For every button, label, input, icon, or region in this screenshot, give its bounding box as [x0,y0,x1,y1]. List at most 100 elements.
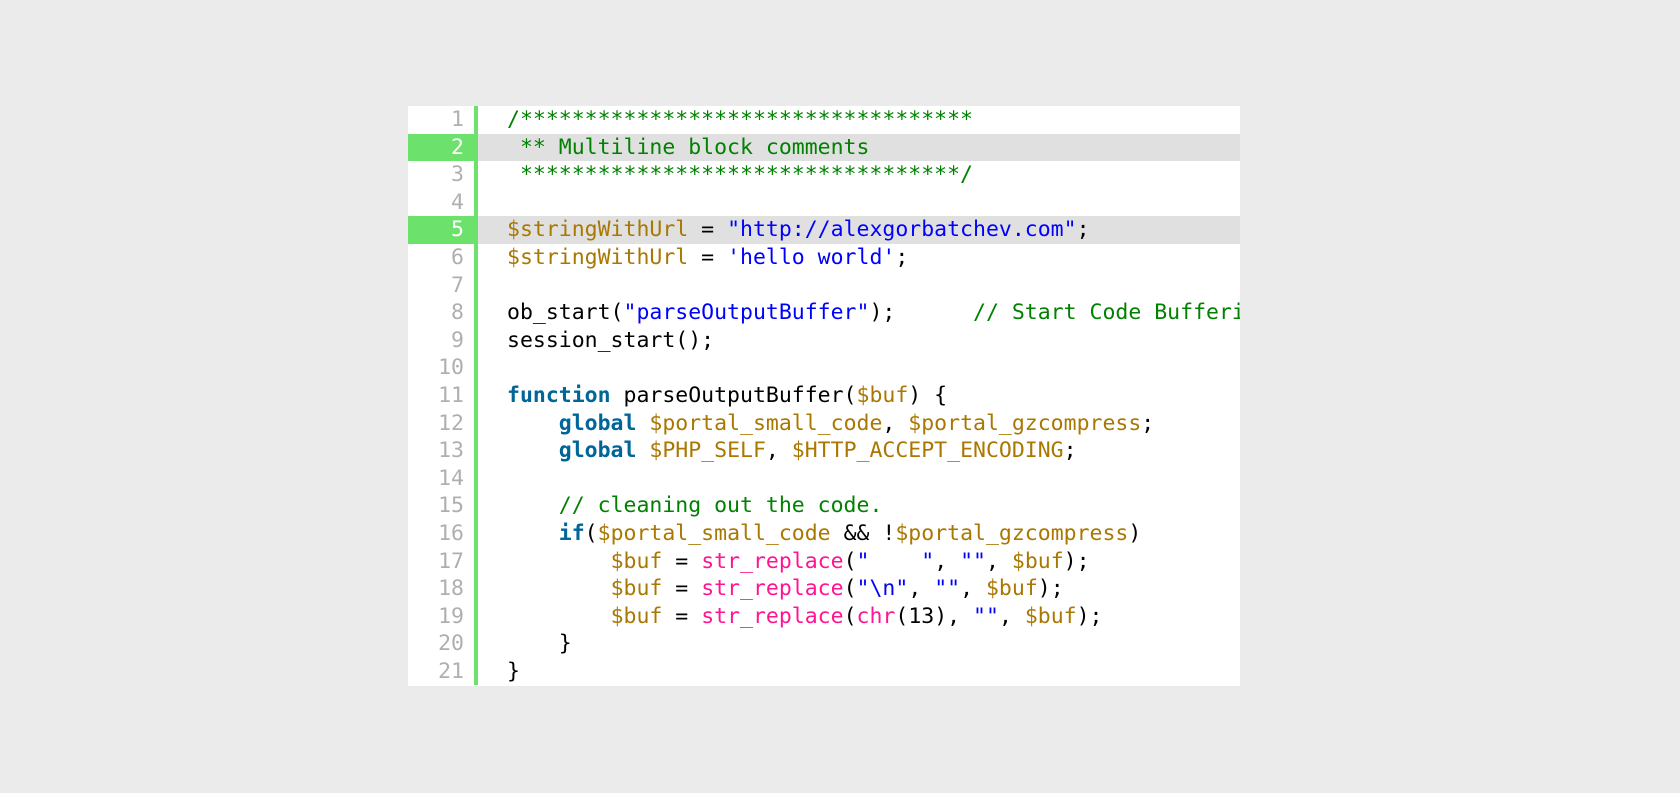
line-number: 13 [408,437,478,465]
code-line: 12 global $portal_small_code, $portal_gz… [408,409,1240,438]
code-token: ( [843,603,857,629]
code-line: 6 $stringWithUrl = 'hello world'; [408,243,1240,272]
code-token: global [558,438,637,464]
code-line: 21} [408,657,1240,686]
code-token: , [882,410,909,436]
code-line: 13 global $PHP_SELF, $HTTP_ACCEPT_ENCODI… [408,437,1240,465]
line-number: 7 [408,271,478,300]
code-line: 15 // cleaning out the code. [408,492,1240,520]
line-number: 4 [408,188,478,217]
code-line: 18 $buf = str_replace("\n", "", $buf); [408,575,1240,603]
code-token: $portal_small_code [597,520,831,546]
code-token: " " [856,548,935,574]
code-token: } [507,631,572,657]
code-token: && ! [830,520,896,546]
code-line: 11 function parseOutputBuffer($buf) { [408,381,1240,410]
code-line: 4 [408,188,1240,217]
line-content: **********************************/ [507,161,973,189]
line-number: 18 [408,575,478,603]
code-viewer: 1/*********************************** 2 *… [408,106,1240,686]
line-content: $stringWithUrl = 'hello world'; [507,244,908,272]
code-token: global [558,410,637,436]
code-token: ( [843,548,857,574]
code-token: ; [1063,438,1077,464]
line-number: 2 [408,133,478,162]
code-token: $PHP_SELF [649,438,766,464]
code-token: $portal_gzcompress [908,410,1142,436]
code-token: $stringWithUrl [507,244,689,270]
code-token: ); [1063,548,1090,574]
code-token: function [507,382,611,408]
code-line: 20 } [408,630,1240,658]
line-number: 19 [408,602,478,631]
code-line: 3 **********************************/ [408,161,1240,189]
code-token: "" [934,576,961,602]
code-token: session_start(); [507,327,715,353]
line-content: $stringWithUrl = "http://alexgorbatchev.… [507,216,1090,244]
code-token: $buf [610,548,663,574]
code-line: 9 session_start(); [408,326,1240,355]
line-number: 12 [408,409,478,438]
code-token: $portal_gzcompress [895,520,1129,546]
code-token: "parseOutputBuffer" [623,300,870,326]
code-line: 16 if($portal_small_code && !$portal_gzc… [408,519,1240,548]
line-content: $buf = str_replace("\n", "", $buf); [507,575,1064,603]
line-number: 11 [408,381,478,410]
code-token: , [934,548,961,574]
code-token: "" [960,548,986,574]
code-line: 1 /*********************************** [408,106,1240,134]
line-number: 5 [408,216,478,244]
code-token: // Start Code Buffering [973,300,1240,326]
line-number: 21 [408,657,478,686]
line-number: 6 [408,243,478,272]
code-token: ; [1141,410,1155,436]
code-token: parseOutputBuffer( [610,382,857,408]
code-token: ; [895,244,909,270]
code-token: /*********************************** [507,107,973,132]
code-token: = [662,576,702,602]
code-token: "\n" [856,576,909,602]
code-token: chr [856,603,896,629]
code-token: $buf [985,576,1038,602]
line-content: /*********************************** [507,106,973,134]
line-number: 1 [408,106,478,134]
code-token: = [688,244,728,270]
line-content: session_start(); [507,327,714,355]
code-token: ) [1128,520,1142,546]
code-line: 2 ** Multiline block comments [408,133,1240,162]
code-token: str_replace [701,548,844,574]
line-number: 14 [408,464,478,493]
line-content: // cleaning out the code. [507,492,883,520]
code-token: } [507,658,520,684]
code-token: $HTTP_ACCEPT_ENCODING [791,438,1064,464]
line-content: } [507,630,572,658]
line-content: ** Multiline block comments [507,134,870,162]
code-token: "" [973,603,999,629]
line-number: 10 [408,354,478,382]
line-content: global $PHP_SELF, $HTTP_ACCEPT_ENCODING; [507,437,1077,465]
code-token: = [688,217,728,243]
code-line: 14 [408,464,1240,493]
line-number: 9 [408,326,478,355]
code-token: , [985,548,1012,574]
line-content: $buf = str_replace(" ", "", $buf); [507,548,1090,576]
line-number: 16 [408,519,478,548]
line-number: 8 [408,299,478,327]
code-token: ** Multiline block comments [507,134,870,160]
code-token: ); [869,300,974,326]
code-token: = [662,603,702,629]
code-token: 'hello world' [727,244,896,270]
line-number: 3 [408,161,478,189]
line-content: $buf = str_replace(chr(13), "", $buf); [507,603,1103,631]
code-token: , [960,576,986,602]
code-line: 7 [408,271,1240,300]
code-token: ); [1076,603,1103,629]
code-token: (13), [895,603,974,629]
